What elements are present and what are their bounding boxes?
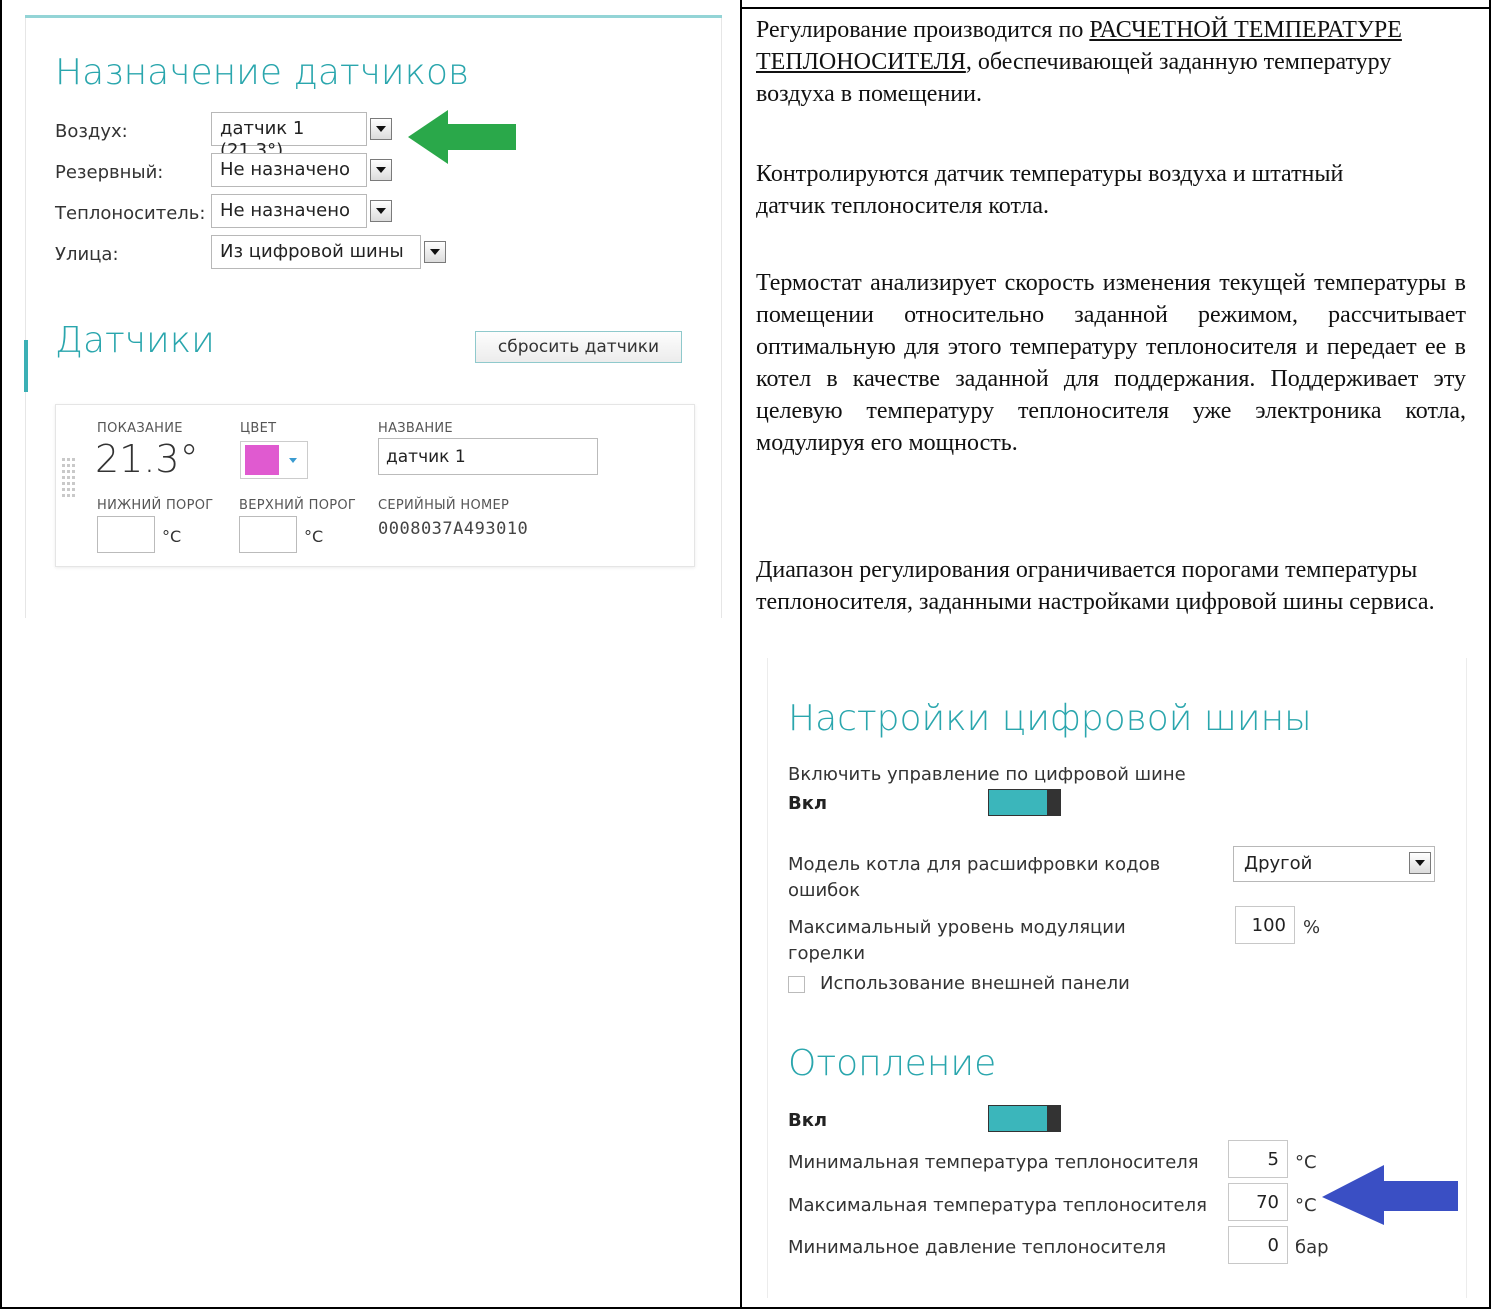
row-label-reserve: Резервный:: [55, 162, 164, 183]
arrow-left-icon: [408, 110, 516, 164]
bus-enable-state: Вкл: [788, 793, 828, 814]
min-temp-input[interactable]: 5: [1228, 1140, 1288, 1178]
column-divider: [740, 0, 742, 1309]
min-temp-unit: °C: [1295, 1152, 1317, 1173]
modulation-input[interactable]: 100: [1235, 906, 1295, 944]
sensor-name-input[interactable]: датчик 1: [378, 438, 598, 475]
min-pressure-input[interactable]: 0: [1228, 1226, 1288, 1264]
modulation-label: Максимальный уровень модуляции горелки: [788, 917, 1126, 964]
heating-state: Вкл: [788, 1110, 828, 1131]
bus-settings-title: Настройки цифровой шины: [788, 698, 1312, 739]
min-pressure-unit: бар: [1295, 1237, 1329, 1258]
row-label-street: Улица:: [55, 244, 119, 265]
arrow-left-icon: [1322, 1165, 1458, 1225]
external-panel-checkbox[interactable]: [788, 976, 805, 993]
paragraph-3: Термостат анализирует скорость изменения…: [756, 270, 1466, 456]
panel-border-left: [25, 18, 26, 618]
color-picker[interactable]: [240, 441, 308, 479]
scroll-indicator: [24, 340, 28, 392]
reading-caption: ПОКАЗАНИЕ: [97, 421, 183, 436]
reading-value: 21.3°: [95, 437, 199, 481]
high-threshold-unit: °C: [304, 527, 324, 546]
paragraph-4: Диапазон регулирования ограничивается по…: [756, 557, 1435, 615]
air-sensor-select[interactable]: датчик 1 (21.3°): [211, 112, 367, 161]
chevron-down-icon[interactable]: [370, 118, 392, 140]
bus-enable-label: Включить управление по цифровой шине: [788, 764, 1186, 785]
panel-top-accent: [25, 15, 722, 18]
max-temp-input[interactable]: 70: [1228, 1183, 1288, 1221]
settings-border-right: [1466, 658, 1467, 1298]
min-pressure-label: Минимальное давление теплоносителя: [788, 1237, 1167, 1258]
boiler-model-label: Модель котла для расшифровки кодов ошибо…: [788, 854, 1161, 901]
min-temp-label: Минимальная температура теплоносителя: [788, 1152, 1199, 1173]
boiler-model-select[interactable]: Другой: [1233, 846, 1435, 882]
bus-enable-toggle[interactable]: [988, 789, 1061, 816]
chevron-down-icon[interactable]: [1409, 852, 1431, 874]
row-label-coolant: Теплоноситель:: [55, 203, 206, 224]
reserve-sensor-select[interactable]: Не назначено: [211, 153, 367, 187]
name-caption: НАЗВАНИЕ: [378, 421, 453, 436]
high-threshold-input[interactable]: [239, 516, 297, 553]
modulation-unit: %: [1303, 917, 1321, 938]
paragraph-1: Регулирование производится по РАСЧЕТНОЙ …: [756, 17, 1402, 107]
chevron-down-icon[interactable]: [424, 241, 446, 263]
high-threshold-caption: ВЕРХНИЙ ПОРОГ: [239, 498, 357, 513]
external-panel-label: Использование внешней панели: [820, 973, 1130, 994]
paragraph-2: Контролируются датчик температуры воздух…: [756, 161, 1344, 219]
color-caption: ЦВЕТ: [240, 421, 277, 436]
heating-toggle[interactable]: [988, 1105, 1061, 1132]
max-temp-label: Максимальная температура теплоносителя: [788, 1195, 1207, 1216]
color-swatch: [245, 445, 279, 475]
chevron-down-icon[interactable]: [370, 159, 392, 181]
serial-value: 0008037A493010: [378, 519, 529, 539]
assign-title: Назначение датчиков: [55, 52, 470, 93]
coolant-sensor-select[interactable]: Не назначено: [211, 194, 367, 228]
settings-border-left: [767, 658, 768, 1298]
row-label-air: Воздух:: [55, 121, 128, 142]
panel-border-right: [721, 18, 722, 618]
reset-sensors-button[interactable]: сбросить датчики: [475, 331, 682, 363]
low-threshold-unit: °C: [162, 527, 182, 546]
low-threshold-input[interactable]: [97, 516, 155, 553]
sensors-title: Датчики: [55, 320, 215, 361]
caret-down-icon: [289, 458, 297, 463]
low-threshold-caption: НИЖНИЙ ПОРОГ: [97, 498, 214, 513]
heating-title: Отопление: [788, 1043, 997, 1084]
max-temp-unit: °C: [1295, 1195, 1317, 1216]
serial-caption: СЕРИЙНЫЙ НОМЕР: [378, 498, 510, 513]
drag-handle-icon[interactable]: [62, 458, 76, 504]
chevron-down-icon[interactable]: [370, 200, 392, 222]
street-sensor-select[interactable]: Из цифровой шины: [211, 235, 421, 269]
cell-top-border: [740, 7, 1491, 9]
